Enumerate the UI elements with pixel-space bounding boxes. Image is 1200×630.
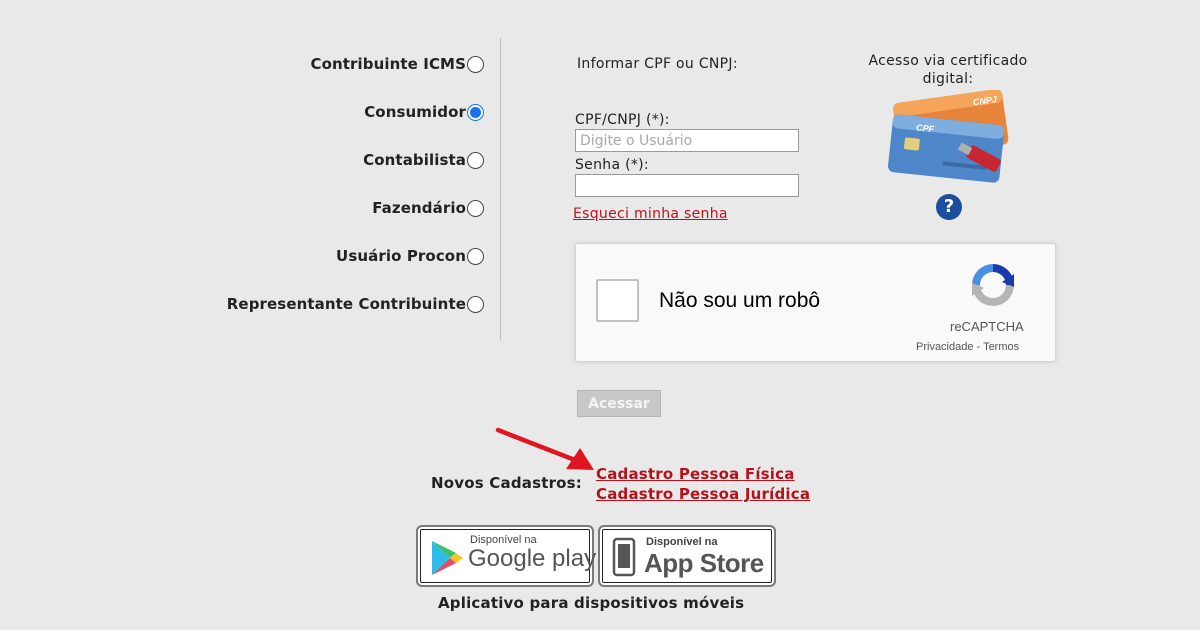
profile-option-representante-contribuinte[interactable]: Representante Contribuinte (227, 293, 484, 315)
app-store-big-text: App Store (644, 548, 764, 578)
recaptcha-brand: reCAPTCHA (950, 319, 1024, 334)
radio-consumidor[interactable] (467, 103, 484, 121)
certificate-title-line2: digital: (922, 71, 974, 87)
login-intro: Informar CPF ou CNPJ: (577, 56, 738, 72)
google-play-big-text: Google play (468, 545, 597, 572)
app-store-small-text: Disponível na (646, 536, 718, 548)
profile-label: Usuário Procon (336, 247, 466, 265)
profile-option-consumidor[interactable]: Consumidor (364, 101, 484, 123)
certificate-title: Acesso via certificado digital: (848, 52, 1048, 88)
card-front-text: CPF (916, 122, 935, 134)
profile-label: Representante Contribuinte (226, 295, 466, 313)
recaptcha-checkbox[interactable] (596, 279, 639, 322)
profile-option-usuario-procon[interactable]: Usuário Procon (336, 245, 484, 267)
profile-option-contribuinte-icms[interactable]: Contribuinte ICMS (310, 53, 484, 75)
cadastro-pessoa-juridica-link[interactable]: Cadastro Pessoa Jurídica (596, 485, 810, 503)
recaptcha-logo-icon (972, 264, 1014, 306)
recaptcha-separator: - (973, 341, 984, 353)
profile-label: Consumidor (364, 103, 466, 121)
google-play-badge[interactable]: Disponível na Google play (416, 525, 597, 587)
google-play-icon (432, 541, 463, 575)
acessar-button[interactable]: Acessar (577, 390, 661, 417)
apps-caption: Aplicativo para dispositivos móveis (438, 594, 745, 612)
password-field-label: Senha (*): (575, 157, 649, 173)
cpf-cnpj-input[interactable] (575, 129, 799, 152)
certificate-title-line1: Acesso via certificado (868, 53, 1028, 69)
certificate-card-icon[interactable]: CNPJ CPF (884, 90, 1016, 190)
vertical-divider (500, 38, 501, 340)
radio-contabilista[interactable] (467, 151, 484, 169)
profile-label: Contribuinte ICMS (310, 55, 466, 73)
recaptcha-privacy-link[interactable]: Privacidade (916, 341, 973, 353)
app-store-badge[interactable]: Disponível na App Store (598, 525, 776, 587)
forgot-password-link[interactable]: Esqueci minha senha (573, 206, 728, 222)
radio-representante-contribuinte[interactable] (467, 295, 484, 313)
radio-contribuinte-icms[interactable] (467, 55, 484, 73)
recaptcha-label: Não sou um robô (659, 289, 821, 312)
profile-option-fazendario[interactable]: Fazendário (372, 197, 484, 219)
user-field-label: CPF/CNPJ (*): (575, 112, 670, 128)
red-arrow-icon (495, 427, 594, 470)
radio-usuario-procon[interactable] (467, 247, 484, 265)
question-circle-icon[interactable]: ? (936, 194, 962, 220)
recaptcha-footer: Privacidade - Termos (916, 341, 1019, 353)
cadastro-pessoa-fisica-link[interactable]: Cadastro Pessoa Física (596, 465, 795, 483)
profile-label: Contabilista (363, 151, 466, 169)
new-registrations-label: Novos Cadastros: (431, 474, 583, 492)
smartphone-icon (612, 537, 636, 577)
profile-label: Fazendário (372, 199, 466, 217)
recaptcha-widget: Não sou um robô reCAPTCHA Privacidade - … (575, 243, 1056, 362)
profile-option-contabilista[interactable]: Contabilista (363, 149, 484, 171)
radio-fazendario[interactable] (467, 199, 484, 217)
password-input[interactable] (575, 174, 799, 197)
recaptcha-terms-link[interactable]: Termos (983, 341, 1019, 353)
